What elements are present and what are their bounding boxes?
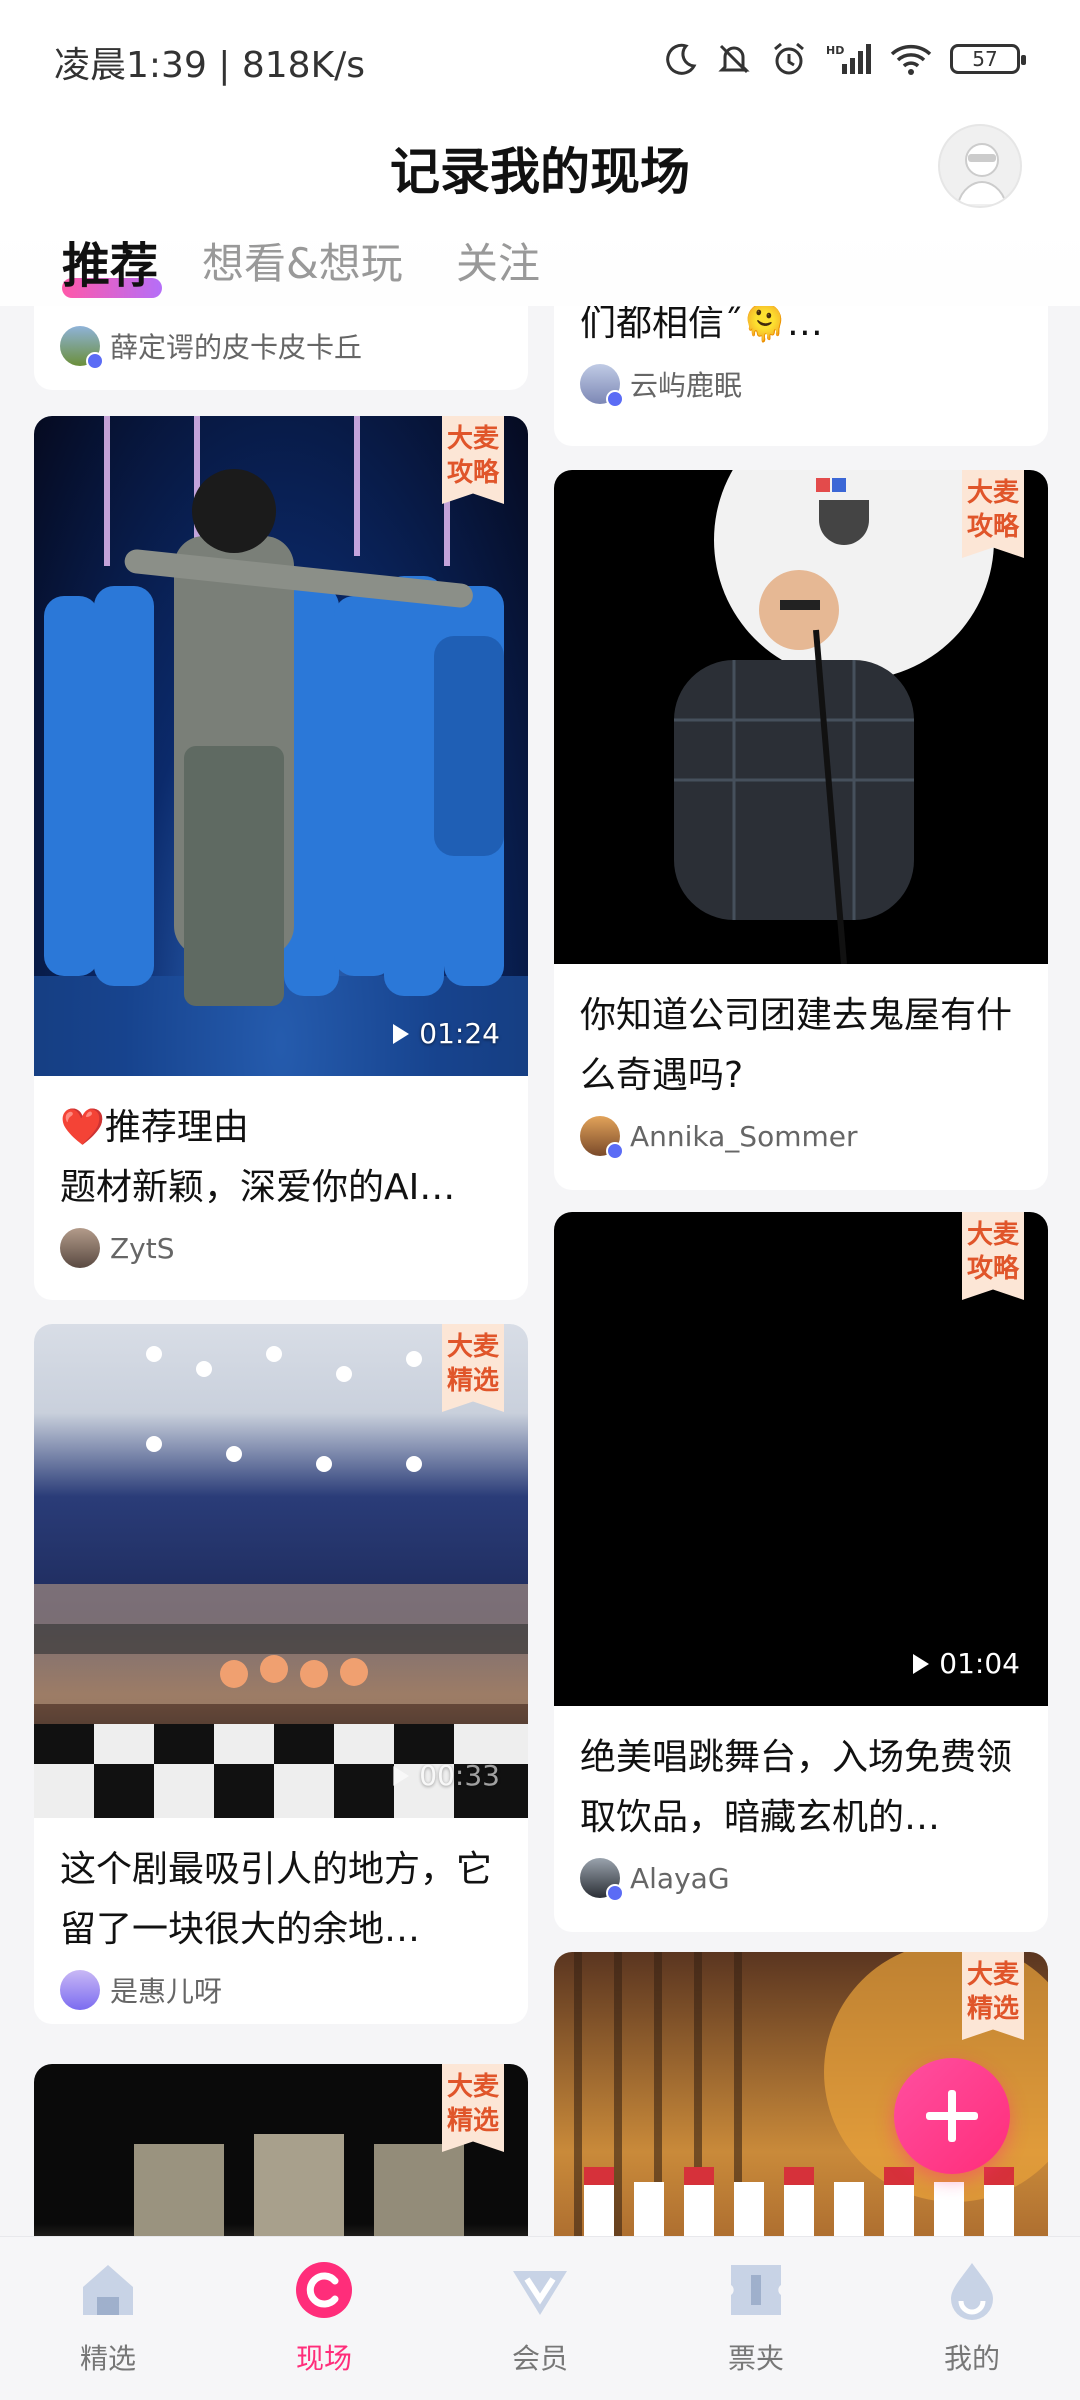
nav-label: 票夹 [727,2342,784,2375]
card-video-thumbnail: 大麦 精选 00:33 [34,1324,528,1818]
nav-item-vip[interactable]: 会员 [432,2237,648,2400]
feed-card[interactable]: 大麦 精选 [34,2064,528,2236]
author-name: 薛定谔的皮卡皮卡丘 [110,331,363,364]
card-title: 你知道公司团建去鬼屋有什么奇遇吗? [580,995,1013,1096]
feed-tabs: 推荐 想看&想玩 关注 [0,226,1080,306]
card-video-thumbnail: 大麦 攻略 01:04 [554,1212,1048,1706]
verified-badge-icon [606,1884,624,1902]
card-title: 这个剧最吸引人的地方，它留了一块很大的余地… [60,1849,493,1950]
author-name: 云屿鹿眠 [630,369,743,402]
feed-card[interactable]: 大麦 攻略 你知道公司团建去鬼屋有什么奇遇吗? Annika_Sommer [554,470,1048,1190]
nav-label: 精选 [79,2342,136,2375]
card-title: 们都相信˝🫠… [580,306,823,344]
status-icons: HD 57 [664,40,1026,78]
page-title: 记录我的现场 [390,143,690,201]
wifi-icon [890,44,932,75]
bottom-nav: 精选 现场 会员 票夹 我的 [0,2236,1080,2400]
duration-text: 01:04 [939,1647,1020,1680]
nav-label: 会员 [511,2342,568,2375]
author-name: 是惠儿呀 [110,1975,223,2008]
profile-icon [939,2257,1005,2323]
damai-badge: 大麦 攻略 [962,1212,1024,1300]
alarm-icon [774,42,804,75]
vip-icon [507,2257,573,2323]
feed-card[interactable]: 薛定谔的皮卡皮卡丘 [34,306,528,390]
nav-item-live[interactable]: 现场 [216,2237,432,2400]
duration-text: 00:33 [419,1759,500,1792]
author-avatar [580,1858,624,1902]
nav-item-tickets[interactable]: 票夹 [648,2237,864,2400]
author-avatar [580,1116,624,1160]
card-title: 绝美唱跳舞台，入场免费领取饮品，暗藏玄机的… [580,1737,1013,1838]
author-name: AlayaG [630,1861,730,1895]
status-bar: 凌晨1:39 | 818K/s HD 57 [0,0,1080,120]
damai-badge: 大麦 精选 [962,1952,1024,2040]
video-duration: 01:04 [913,1647,1020,1680]
verified-badge-icon [86,352,104,370]
moon-icon [666,43,697,75]
damai-badge: 大麦 精选 [442,2064,504,2152]
play-icon [393,1765,410,1786]
damai-badge: 大麦 精选 [442,1324,504,1412]
card-author[interactable]: AlayaG [580,1858,1022,1902]
video-duration: 01:24 [393,1017,500,1050]
play-icon [393,1023,410,1044]
verified-badge-icon [606,390,624,408]
nav-label: 我的 [943,2342,1000,2375]
battery-icon: 57 [950,44,1026,74]
author-avatar [60,1970,100,2010]
nav-item-me[interactable]: 我的 [864,2237,1080,2400]
card-author[interactable]: 云屿鹿眠 [580,364,1022,408]
live-icon [291,2257,357,2323]
damai-badge: 大麦 攻略 [442,416,504,504]
tab-want-to-see[interactable]: 想看&想玩 [202,230,403,291]
signal-icon: HD [826,44,871,74]
duration-text: 01:24 [419,1017,500,1050]
video-duration: 00:33 [393,1759,500,1792]
card-video-thumbnail: 大麦 攻略 01:24 [34,416,528,1076]
author-name: ZytS [110,1231,175,1265]
mute-bell-icon [718,44,750,74]
play-icon [913,1653,930,1674]
header: 记录我的现场 [0,110,1080,226]
feed-card[interactable]: 大麦 精选 00:33 这个剧最吸引人的地方，它留了一块很大的余地… 是惠儿呀 [34,1324,528,2024]
svg-text:HD: HD [826,44,844,57]
card-author[interactable]: 薛定谔的皮卡皮卡丘 [60,326,502,370]
ticket-icon [723,2257,789,2323]
tab-following[interactable]: 关注 [456,230,540,291]
user-avatar[interactable] [938,124,1022,208]
avatar-icon [957,143,1007,205]
author-avatar [580,364,624,408]
recommend-reason-text: 题材新颖，深爱你的AI… [60,1167,456,1208]
author-avatar [60,1228,100,1268]
damai-badge: 大麦 攻略 [962,470,1024,558]
card-image-thumbnail: 大麦 攻略 [554,470,1048,964]
verified-badge-icon [606,1142,624,1160]
card-author[interactable]: Annika_Sommer [580,1116,1022,1160]
stage-illustration [34,416,528,1076]
nav-label: 现场 [295,2342,352,2375]
tab-recommend[interactable]: 推荐 [62,226,158,296]
feed-card[interactable]: 大麦 攻略 01:24 ❤️推荐理由 题材新颖，深爱你的AI… ZytS [34,416,528,1300]
add-post-button[interactable] [894,2058,1010,2174]
feed-card[interactable]: 大麦 攻略 01:04 绝美唱跳舞台，入场免费领取饮品，暗藏玄机的… AlayaG [554,1212,1048,1932]
author-name: Annika_Sommer [630,1119,858,1153]
home-icon [75,2257,141,2323]
feed-card[interactable]: 们都相信˝🫠… 云屿鹿眠 [554,306,1048,446]
nav-item-featured[interactable]: 精选 [0,2237,216,2400]
author-avatar [60,326,104,370]
status-time: 凌晨1:39 | 818K/s [54,45,366,86]
card-author[interactable]: ZytS [60,1228,502,1268]
feed: 薛定谔的皮卡皮卡丘 大麦 攻略 01:24 ❤️推荐理由 题材新颖，深爱你的AI… [0,306,1080,2236]
card-author[interactable]: 是惠儿呀 [60,1970,502,2010]
recommend-reason-heading: ❤️推荐理由 [60,1107,249,1148]
card-image-thumbnail: 大麦 精选 [34,2064,528,2236]
